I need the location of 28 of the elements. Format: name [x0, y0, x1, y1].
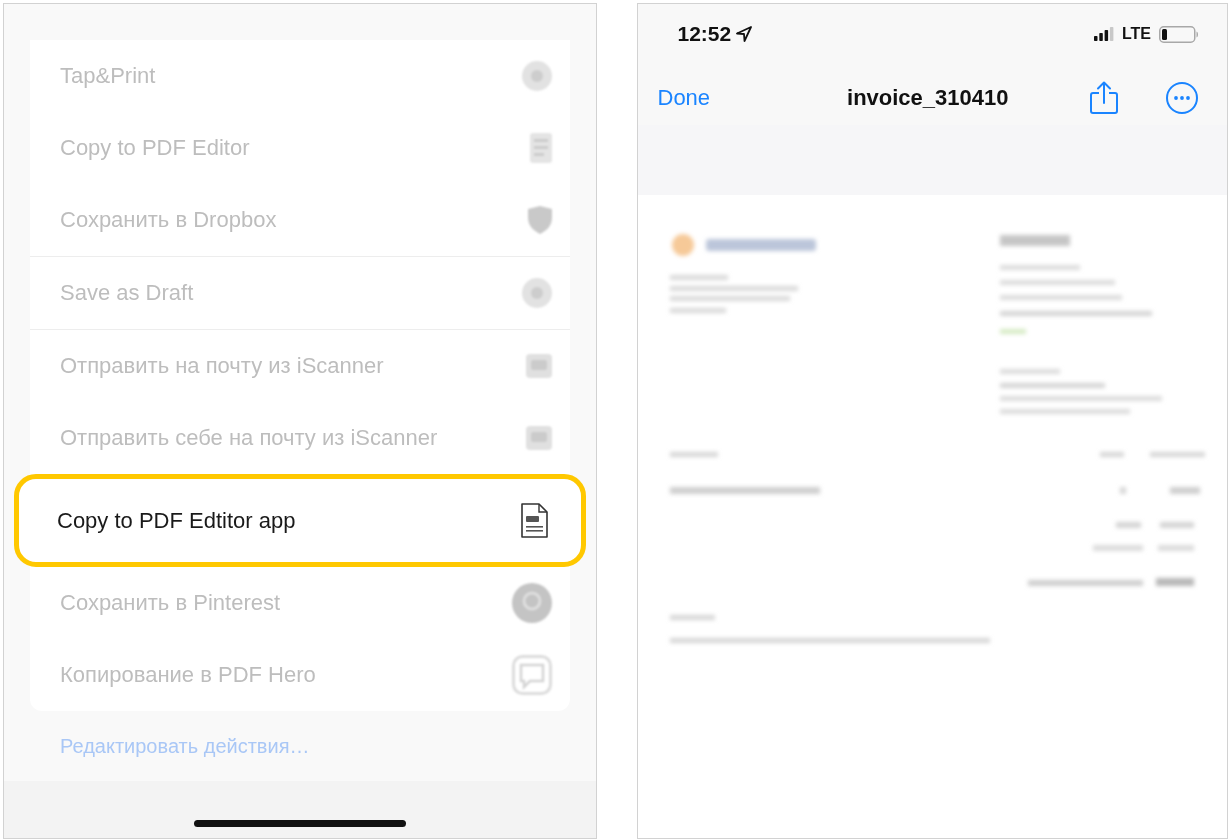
document-title: invoice_310410: [847, 84, 1009, 111]
action-row[interactable]: Отправить себе на почту из iScanner: [30, 402, 570, 474]
action-row[interactable]: Сохранить в Pinterest: [30, 567, 570, 639]
round-app-icon: [521, 61, 552, 91]
round-app-icon: [521, 278, 552, 308]
round-logo-icon: [511, 583, 552, 623]
action-row[interactable]: Copy to PDF Editor: [30, 112, 570, 184]
signal-bars-icon: [1093, 27, 1114, 41]
network-type: LTE: [1121, 25, 1151, 43]
edit-actions-link[interactable]: Редактировать действия…: [60, 734, 310, 758]
location-arrow-icon: [736, 26, 753, 42]
more-icon[interactable]: [1166, 81, 1198, 114]
status-time: 12:52: [677, 22, 732, 46]
action-row[interactable]: Tap&Print: [30, 40, 570, 112]
action-row[interactable]: Save as Draft: [30, 257, 570, 329]
share-icon[interactable]: [1090, 81, 1118, 114]
document-icon: [529, 133, 552, 163]
action-row[interactable]: Copy to PDF Edtitor app: [14, 474, 586, 567]
action-row[interactable]: Отправить на почту из iScanner: [30, 330, 570, 402]
tray-icon: [525, 426, 552, 450]
action-row[interactable]: Сохранить в Dropbox: [30, 184, 570, 256]
done-button[interactable]: Done: [657, 84, 711, 111]
action-row[interactable]: Копирование в PDF Hero: [30, 639, 570, 711]
speech-bubble-icon: [511, 655, 552, 695]
file-icon: [520, 503, 548, 538]
tray-icon: [525, 354, 552, 378]
shield-icon: [527, 206, 552, 234]
battery-icon: [1159, 25, 1199, 43]
